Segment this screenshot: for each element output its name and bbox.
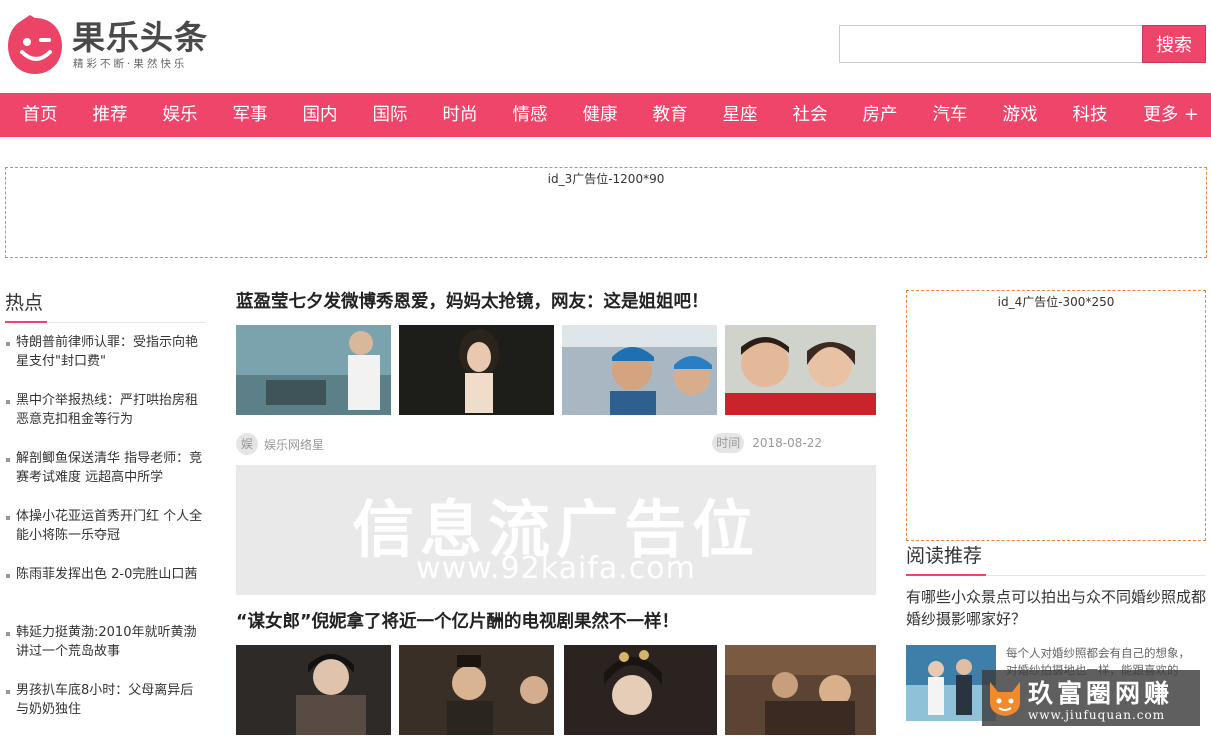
nav-item-games[interactable]: 游戏 (985, 93, 1055, 137)
nav-item-recommend[interactable]: 推荐 (75, 93, 145, 137)
article-thumbnails (236, 645, 876, 737)
nav-item-auto[interactable]: 汽车 (915, 93, 985, 137)
source-name[interactable]: 娱乐网络星 (264, 436, 324, 453)
article-thumbnail[interactable] (564, 645, 717, 735)
nav-item-realestate[interactable]: 房产 (845, 93, 915, 137)
article-source: 娱 娱乐网络星 (236, 433, 324, 455)
fox-logo-icon (990, 682, 1020, 716)
article-thumbnail[interactable] (399, 645, 554, 735)
hot-item[interactable]: 男孩扒车底8小时：父母离异后与奶奶独住 (5, 681, 205, 739)
nav-item-home[interactable]: 首页 (5, 93, 75, 137)
nav-item-horoscope[interactable]: 星座 (705, 93, 775, 137)
logo-title[interactable]: 果乐头条 (72, 18, 208, 58)
hot-item[interactable]: 黑中介举报热线：严打哄抬房租恶意克扣租金等行为 (5, 391, 205, 449)
nav-item-military[interactable]: 军事 (215, 93, 285, 137)
hot-item[interactable]: 陈雨菲发挥出色 2-0完胜山口茜 (5, 565, 205, 623)
right-ad-label: id_4广告位-300*250 (997, 295, 1115, 309)
site-header: 果乐头条 精彩不断·果然快乐 搜索 (0, 0, 1211, 93)
logo-icon[interactable] (6, 14, 64, 76)
nav-item-entertainment[interactable]: 娱乐 (145, 93, 215, 137)
recommend-question-link[interactable]: 有哪些小众景点可以拍出与众不同婚纱照成都婚纱摄影哪家好？ (906, 586, 1206, 630)
top-ad-label: id_3广告位-1200*90 (547, 172, 665, 186)
search-input[interactable] (839, 25, 1142, 63)
article-date: 2018-08-22 (752, 436, 822, 450)
nav-item-emotion[interactable]: 情感 (495, 93, 565, 137)
hot-item[interactable]: 解剖鲫鱼保送清华 指导老师：竞赛考试难度 远超高中所学 (5, 449, 205, 507)
article-thumbnail[interactable] (725, 645, 876, 735)
article-thumbnail[interactable] (236, 645, 391, 735)
article-thumbnails (236, 325, 876, 417)
article-thumbnail[interactable] (562, 325, 717, 415)
time-badge: 时间 (712, 433, 745, 453)
logo-slogan: 精彩不断·果然快乐 (73, 58, 188, 70)
article-title[interactable]: 蓝盈莹七夕发微博秀恩爱，妈妈太抢镜，网友：这是姐姐吧！ (236, 285, 876, 319)
top-ad-banner[interactable]: id_3广告位-1200*90 (5, 167, 1207, 258)
watermark-url: www.jiufuquan.com (1028, 708, 1166, 722)
search-button[interactable]: 搜索 (1142, 25, 1206, 63)
hot-title: 热点 (5, 285, 205, 323)
article-thumbnail[interactable] (399, 325, 554, 415)
hot-item[interactable]: 体操小花亚运首秀开门红 个人全能小将陈一乐夺冠 (5, 507, 205, 565)
watermark-title: 玖富圈网赚 (1028, 679, 1174, 708)
main-nav: 首页 推荐 娱乐 军事 国内 国际 时尚 情感 健康 教育 星座 社会 房产 汽… (0, 93, 1211, 137)
feed-ad-banner[interactable]: 信息流广告位 www.92kaifa.com (236, 465, 876, 595)
article-meta: 娱 娱乐网络星 时间 2018-08-22 (236, 417, 876, 465)
recommend-title: 阅读推荐 (906, 538, 1206, 576)
nav-item-international[interactable]: 国际 (355, 93, 425, 137)
article-thumbnail[interactable] (725, 325, 876, 415)
source-badge: 娱 (236, 433, 258, 455)
article-title[interactable]: “谋女郎”倪妮拿了将近一个亿片酬的电视剧果然不一样！ (236, 605, 876, 639)
hot-item[interactable]: 特朗普前律师认罪：受指示向艳星支付"封口费" (5, 333, 205, 391)
news-feed: 蓝盈莹七夕发微博秀恩爱，妈妈太抢镜，网友：这是姐姐吧！ 娱 娱乐网络星 时间 2… (236, 285, 876, 737)
nav-item-health[interactable]: 健康 (565, 93, 635, 137)
article-thumbnail[interactable] (236, 325, 391, 415)
nav-item-domestic[interactable]: 国内 (285, 93, 355, 137)
hot-section: 热点 特朗普前律师认罪：受指示向艳星支付"封口费" 黑中介举报热线：严打哄抬房租… (5, 285, 205, 739)
hot-title-underline (5, 321, 47, 323)
article-time: 时间 2018-08-22 (712, 433, 822, 453)
recommend-title-underline (906, 574, 986, 576)
hot-title-text: 热点 (5, 292, 44, 314)
feed-ad-url: www.92kaifa.com (416, 551, 696, 586)
hot-list: 特朗普前律师认罪：受指示向艳星支付"封口费" 黑中介举报热线：严打哄抬房租恶意克… (5, 333, 205, 739)
nav-item-more[interactable]: 更多 + (1134, 93, 1208, 137)
recommend-title-text: 阅读推荐 (906, 545, 983, 567)
right-ad-box[interactable]: id_4广告位-300*250 (906, 290, 1206, 541)
nav-item-fashion[interactable]: 时尚 (425, 93, 495, 137)
watermark: 玖富圈网赚 www.jiufuquan.com (982, 670, 1200, 726)
nav-item-education[interactable]: 教育 (635, 93, 705, 137)
nav-item-tech[interactable]: 科技 (1055, 93, 1125, 137)
nav-item-society[interactable]: 社会 (775, 93, 845, 137)
hot-item[interactable]: 韩延力挺黄渤:2010年就听黄渤讲过一个荒岛故事 (5, 623, 205, 681)
